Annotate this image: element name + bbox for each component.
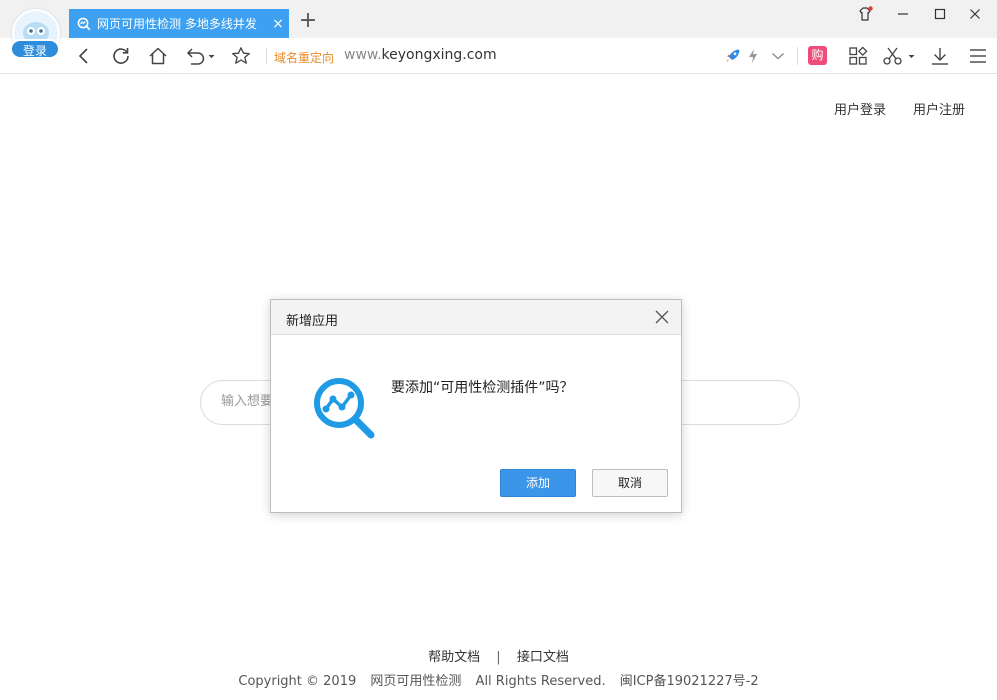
undo-close-icon[interactable] — [184, 44, 218, 68]
cancel-button[interactable]: 取消 — [592, 469, 668, 497]
toolbar-divider — [797, 47, 798, 65]
icp-link[interactable]: 闽ICP备19021227号-2 — [620, 674, 759, 689]
rocket-icon[interactable] — [721, 44, 745, 68]
dialog-title: 新增应用 — [286, 314, 339, 329]
rights-text: All Rights Reserved. — [475, 674, 606, 689]
maximize-icon[interactable] — [928, 4, 952, 24]
site-favicon-icon — [77, 17, 91, 30]
copyright-text: Copyright © 2019 — [238, 674, 357, 689]
refresh-icon[interactable] — [109, 44, 133, 68]
dialog-header: 新增应用 — [271, 300, 681, 335]
url-domain: keyongxing.com — [381, 47, 497, 63]
screenshot-scissors-icon[interactable] — [882, 44, 918, 68]
download-icon[interactable] — [928, 44, 952, 68]
browser-toolbar: 域名重定向 www.keyongxing.com 购 — [0, 38, 997, 74]
tab-active[interactable]: 网页可用性检测 多地多线并发 × — [69, 9, 289, 38]
new-tab-button[interactable]: + — [298, 10, 318, 32]
apps-grid-icon[interactable] — [846, 44, 870, 68]
tab-title: 网页可用性检测 多地多线并发 — [97, 17, 257, 31]
footer-site-name: 网页可用性检测 — [370, 674, 462, 689]
address-divider — [266, 48, 267, 64]
chevron-down-icon[interactable] — [768, 44, 788, 68]
tab-bar: 网页可用性检测 多地多线并发 × + — [0, 0, 997, 38]
magnifier-chart-icon — [311, 375, 377, 441]
skin-icon[interactable] — [853, 4, 877, 24]
user-avatar[interactable]: 登录 — [10, 9, 62, 61]
home-icon[interactable] — [146, 44, 170, 68]
help-docs-link[interactable]: 帮助文档 — [428, 646, 480, 665]
lightning-icon[interactable] — [745, 44, 761, 68]
tab-close-icon[interactable]: × — [267, 16, 289, 32]
register-link[interactable]: 用户注册 — [913, 99, 965, 118]
user-nav: 用户登录 用户注册 — [834, 99, 965, 118]
add-button[interactable]: 添加 — [500, 469, 576, 497]
back-icon[interactable] — [72, 44, 96, 68]
api-docs-link[interactable]: 接口文档 — [517, 646, 569, 665]
favorite-star-icon[interactable] — [229, 44, 253, 68]
url-prefix: www. — [344, 47, 382, 63]
window-close-icon[interactable] — [963, 4, 987, 24]
address-bar[interactable]: www.keyongxing.com — [344, 47, 497, 63]
login-link[interactable]: 用户登录 — [834, 99, 886, 118]
redirect-label[interactable]: 域名重定向 — [274, 49, 334, 66]
footer-links: 帮助文档 | 接口文档 — [0, 646, 997, 665]
shopping-icon[interactable]: 购 — [808, 46, 827, 65]
dialog-message: 要添加“可用性检测插件”吗？ — [391, 380, 574, 396]
add-app-dialog: 新增应用 要添加“可用性检测插件”吗？ 添加 取消 — [270, 299, 682, 513]
menu-icon[interactable] — [966, 44, 990, 68]
login-badge[interactable]: 登录 — [10, 39, 60, 59]
close-icon[interactable] — [653, 308, 671, 326]
minimize-icon[interactable] — [891, 4, 915, 24]
copyright-line: Copyright © 2019 网页可用性检测 All Rights Rese… — [0, 670, 997, 689]
footer-separator: | — [496, 650, 501, 665]
